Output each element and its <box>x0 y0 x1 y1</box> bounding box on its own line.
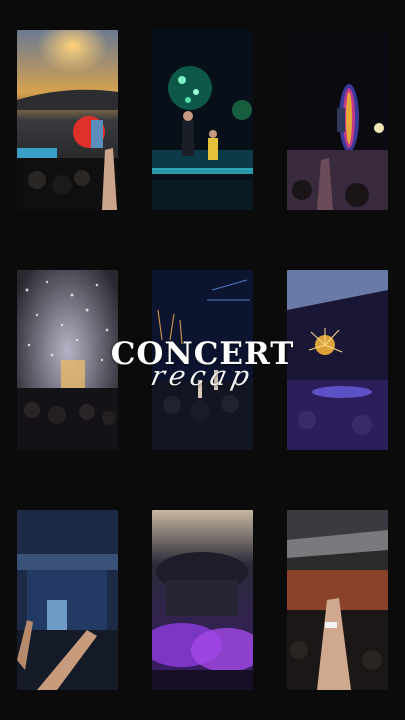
photo-daylight-stadium-hands <box>287 510 388 690</box>
photo-green-lights-performers <box>152 30 253 210</box>
photo-stadium-sunset <box>17 30 118 210</box>
photo-dark-stage-rainbow <box>287 30 388 210</box>
photo-purple-smoke-stage <box>152 510 253 690</box>
photo-blue-stage-raised-hands <box>17 510 118 690</box>
page-subtitle: recap <box>148 361 258 392</box>
